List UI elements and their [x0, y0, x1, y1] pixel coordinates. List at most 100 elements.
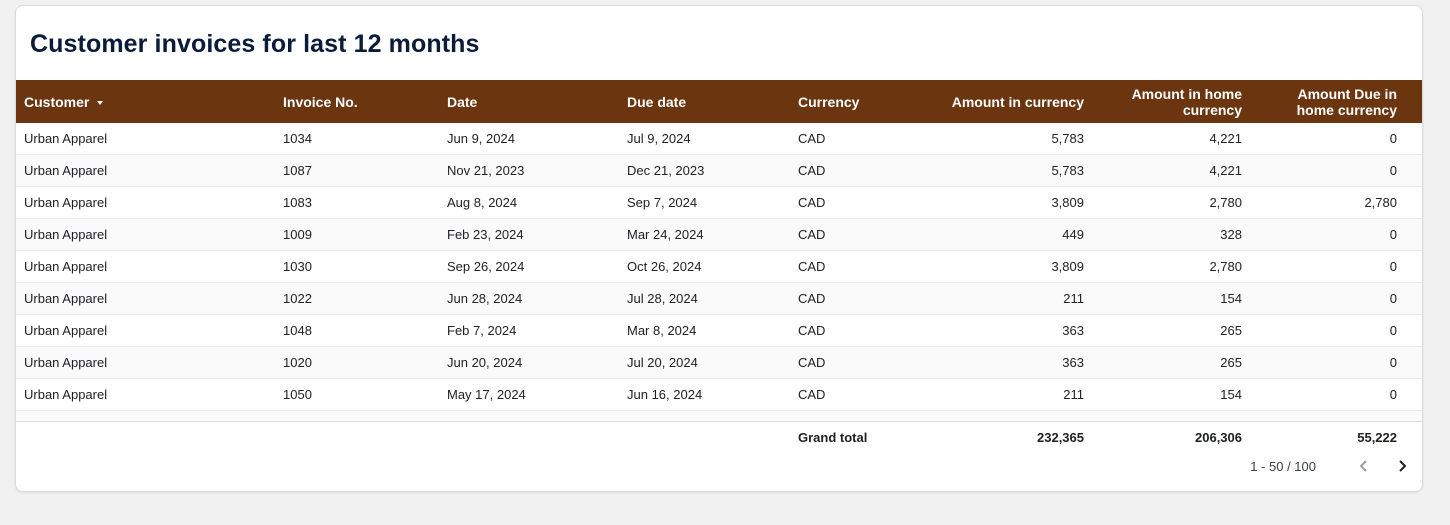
table-cell: 0 — [1389, 227, 1397, 242]
page-title: Customer invoices for last 12 months — [30, 30, 480, 58]
table-cell: Aug 8, 2024 — [447, 195, 518, 210]
table-row[interactable]: Urban Apparel 1022 Jun 28, 2024 Jul 28, 202… — [16, 283, 1422, 315]
table-row[interactable]: Urban Apparel 1020 Jun 20, 2024 Jul 20, 202… — [16, 347, 1422, 379]
table-cell: 0 — [1389, 163, 1397, 178]
table-cell: 1087 — [283, 163, 312, 178]
table-cell: 0 — [1389, 131, 1397, 146]
table-cell: Jun 28, 2024 — [447, 291, 523, 306]
table-cell: 1083 — [283, 195, 312, 210]
column-header-label: Amount in home currency — [1131, 85, 1242, 118]
table-cell: 0 — [1250, 411, 1405, 421]
table-cell: 0 — [1389, 291, 1397, 306]
table-cell: 328 — [1220, 227, 1242, 242]
table-cell: Jun 16, 2024 — [627, 387, 703, 402]
table-cell: 0 — [1389, 355, 1397, 370]
table-cell: 154 — [1220, 291, 1242, 306]
column-header-label: Due date — [627, 93, 687, 110]
table-cell: Urban Apparel — [24, 195, 108, 210]
table-body[interactable]: Urban Apparel 1034 Jun 9, 2024 Jul 9, 2024 C… — [16, 123, 1422, 421]
table-row[interactable]: Urban Apparel 1034 Jun 9, 2024 Jul 9, 2024 C… — [16, 123, 1422, 155]
table-cell: CAD — [798, 355, 826, 370]
invoices-table: Customer Invoice No. Date Due date Currency A… — [16, 80, 1422, 452]
grand-total-row: Grand total 232,365 206,306 55,222 — [16, 421, 1422, 452]
table-cell: Jul 28, 2024 — [627, 291, 698, 306]
column-header-label: Amount Due in home currency — [1296, 85, 1397, 118]
table-cell: Dec 21, 2023 — [439, 411, 619, 421]
pagination: 1 - 50 / 100 — [1250, 454, 1414, 478]
pagination-range: 1 - 50 / 100 — [1250, 458, 1316, 474]
table-cell: Urban Apparel — [24, 323, 108, 338]
grand-total-amount-due: 55,222 — [1357, 429, 1397, 445]
table-cell: Jul 20, 2024 — [627, 355, 698, 370]
table-row[interactable]: Urban Apparel 1030 Sep 26, 2024 Oct 26, 202… — [16, 251, 1422, 283]
table-cell: CAD — [798, 131, 826, 146]
grand-total-amount-in-currency: 232,365 — [1037, 429, 1084, 445]
table-cell: Urban Apparel — [24, 387, 108, 402]
table-cell: 2,780 — [1209, 195, 1242, 210]
table-cell: 2,780 — [1209, 259, 1242, 274]
sort-descending-icon — [97, 100, 104, 105]
table-header: Customer Invoice No. Date Due date Currency A… — [16, 80, 1422, 123]
column-header-7[interactable]: Amount Due in home currency — [1250, 80, 1405, 123]
column-header-label: Amount in currency — [951, 93, 1084, 110]
total-spacer — [439, 422, 619, 452]
total-spacer — [275, 422, 439, 452]
table-cell: 1050 — [283, 387, 312, 402]
table-cell: 122 — [1092, 411, 1250, 421]
table-row[interactable]: Urban Apparel 1048 Feb 7, 2024 Mar 8, 2024 C… — [16, 315, 1422, 347]
table-cell: 449 — [1062, 227, 1084, 242]
table-cell: CAD — [790, 411, 920, 421]
column-header-2[interactable]: Date — [439, 80, 619, 123]
table-cell: Sep 26, 2024 — [447, 259, 525, 274]
table-cell: CAD — [798, 163, 826, 178]
column-header-0[interactable]: Customer — [16, 80, 275, 123]
column-header-3[interactable]: Due date — [619, 80, 790, 123]
table-cell: Nov 21, 2023 — [447, 163, 525, 178]
table-cell: Sep 7, 2024 — [627, 195, 698, 210]
table-cell: Urban Apparel — [16, 411, 275, 421]
table-cell: 4,221 — [1209, 131, 1242, 146]
table-cell: CAD — [798, 227, 826, 242]
column-header-6[interactable]: Amount in home currency — [1092, 80, 1250, 123]
column-header-label: Date — [447, 93, 478, 110]
table-cell: 0 — [1389, 259, 1397, 274]
previous-page-button[interactable] — [1352, 454, 1376, 478]
table-cell: Urban Apparel — [24, 163, 108, 178]
table-cell: 1009 — [283, 227, 312, 242]
table-row[interactable]: Urban Apparel 1087 Nov 21, 2023 Dec 21, 202… — [16, 155, 1422, 187]
table-cell: 5,783 — [1051, 163, 1084, 178]
table-cell: Feb 7, 2024 — [447, 323, 517, 338]
table-cell: 1030 — [283, 259, 312, 274]
column-header-5[interactable]: Amount in currency — [920, 80, 1092, 123]
total-spacer — [16, 422, 275, 452]
column-header-label: Customer — [24, 93, 90, 110]
table-row[interactable]: Urban Apparel 1083 Aug 8, 2024 Sep 7, 2024 C… — [16, 187, 1422, 219]
table-row[interactable]: Urban Apparel 1009 Feb 23, 2024 Mar 24, 202… — [16, 219, 1422, 251]
table-cell: Jan 20, 2024 — [619, 411, 790, 421]
table-cell: Urban Apparel — [24, 227, 108, 242]
column-header-4[interactable]: Currency — [790, 80, 920, 123]
table-row[interactable]: Urban Apparel 1050 May 17, 2024 Jun 16, 202… — [16, 379, 1422, 411]
column-header-1[interactable]: Invoice No. — [275, 80, 439, 123]
table-cell: Urban Apparel — [24, 259, 108, 274]
table-cell: Jun 9, 2024 — [447, 131, 515, 146]
table-cell: Oct 26, 2024 — [627, 259, 702, 274]
table-cell: 211 — [1063, 387, 1084, 402]
table-cell: Urban Apparel — [24, 291, 108, 306]
total-spacer — [619, 422, 790, 452]
table-cell: Jul 9, 2024 — [627, 131, 691, 146]
table-cell: 4,221 — [1209, 163, 1242, 178]
table-cell: Dec 21, 2023 — [627, 163, 705, 178]
column-header-label: Invoice No. — [283, 93, 358, 110]
table-cell: Feb 23, 2024 — [447, 227, 524, 242]
table-row[interactable]: Urban Apparel1018Dec 21, 2023Jan 20, 202… — [16, 411, 1422, 421]
table-cell: Urban Apparel — [24, 355, 108, 370]
table-cell: 167 — [920, 411, 1092, 421]
table-cell: 1034 — [283, 131, 312, 146]
table-cell: 3,809 — [1051, 259, 1084, 274]
table-cell: 1018 — [275, 411, 439, 421]
table-cell: 5,783 — [1051, 131, 1084, 146]
next-page-button[interactable] — [1390, 454, 1414, 478]
table-cell: 1020 — [283, 355, 312, 370]
table-cell: CAD — [798, 387, 826, 402]
